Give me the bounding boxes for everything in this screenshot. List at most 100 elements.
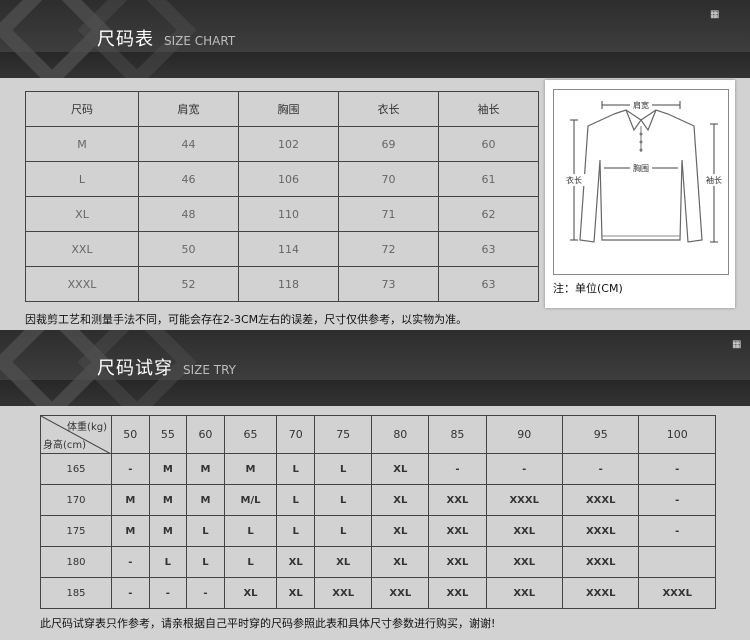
length-label: 衣长 — [566, 175, 582, 185]
header-cell: 胸围 — [238, 91, 339, 127]
table-cell: L — [25, 161, 139, 197]
size-cell: - — [186, 577, 225, 609]
table-cell: 114 — [238, 231, 339, 267]
size-chart-banner: 尺码表 SIZE CHART ▦ — [0, 0, 750, 78]
table-cell: XXL — [25, 231, 139, 267]
size-cell: XXL — [428, 515, 487, 547]
size-cell: XXL — [485, 515, 563, 547]
header-cell: 袖长 — [438, 91, 539, 127]
height-cell: 170 — [40, 484, 112, 516]
size-cell: L — [314, 453, 373, 485]
size-cell: L — [223, 546, 278, 578]
unit-note: 注：单位(CM) — [553, 282, 623, 295]
height-cell: 165 — [40, 453, 112, 485]
header-cell: 肩宽 — [138, 91, 239, 127]
size-cell: XXXL — [561, 577, 640, 609]
height-cell: 185 — [40, 577, 112, 609]
size-cell: L — [314, 484, 373, 516]
table-cell: 72 — [338, 231, 439, 267]
table-cell: 69 — [338, 126, 439, 162]
weight-header-cell: 90 — [485, 415, 563, 454]
size-try-title: 尺码试穿 SIZE TRY — [97, 358, 237, 379]
size-cell: XL — [371, 484, 430, 516]
table-row: 175 M M L L L L XL XXL XXL XXXL - — [40, 515, 716, 547]
size-cell: - — [561, 453, 640, 485]
table-row: 170 M M M M/L L L XL XXL XXXL XXXL - — [40, 484, 716, 516]
table-row: L 46 106 70 61 — [25, 161, 539, 197]
size-cell: L — [148, 546, 188, 578]
size-chart-table: 尺码 肩宽 胸围 衣长 袖长 M 44 102 69 60 L 46 106 70 61 XL 48 110 71 6… — [25, 91, 539, 302]
table-row: XXL 50 114 72 63 — [25, 231, 539, 267]
table-cell: 44 — [138, 126, 239, 162]
header-cell: 衣长 — [338, 91, 439, 127]
size-cell: M — [148, 484, 188, 516]
table-cell: 61 — [438, 161, 539, 197]
table-cell: 71 — [338, 196, 439, 232]
size-cell: M/L — [223, 484, 278, 516]
size-cell: XXXL — [638, 577, 716, 609]
table-cell: M — [25, 126, 139, 162]
table-row: M 44 102 69 60 — [25, 126, 539, 162]
size-cell: XXL — [428, 484, 487, 516]
size-cell: XXXL — [561, 515, 640, 547]
size-cell: L — [223, 515, 278, 547]
size-cell: M — [223, 453, 278, 485]
size-cell: XXL — [314, 577, 373, 609]
table-cell: 118 — [238, 266, 339, 302]
weight-header-cell: 50 — [111, 415, 150, 454]
table-header-row: 体重(kg) 身高(cm) 50 55 60 65 70 75 80 85 90 95 100 — [40, 415, 716, 454]
size-cell: L — [276, 515, 316, 547]
height-cell: 175 — [40, 515, 112, 547]
size-cell: M — [148, 453, 188, 485]
size-cell: XL — [371, 515, 430, 547]
shoulder-label: 肩宽 — [633, 100, 649, 110]
size-cell: XXL — [485, 577, 563, 609]
table-cell: 46 — [138, 161, 239, 197]
weight-header-cell: 65 — [223, 415, 278, 454]
table-row: 180- L L L XL XL XL XXL XXL XXXL — [40, 546, 716, 578]
size-cell: XXL — [371, 577, 430, 609]
weight-header-cell: 100 — [638, 415, 716, 454]
weight-header-cell: 80 — [371, 415, 430, 454]
chest-label: 胸围 — [633, 163, 649, 173]
table-row: XL 48 110 71 62 — [25, 196, 539, 232]
garment-diagram-frame: 肩宽 胸围 衣长 袖长 — [553, 89, 729, 275]
size-try-table: 体重(kg) 身高(cm) 50 55 60 65 70 75 80 85 90 95 100 165 - M… — [40, 415, 716, 609]
size-cell: - — [485, 453, 563, 485]
header-cell: 尺码 — [25, 91, 139, 127]
grid-icon: ▦ — [732, 339, 742, 350]
table-cell: 50 — [138, 231, 239, 267]
weight-header-cell: 55 — [148, 415, 188, 454]
garment-diagram-card: 肩宽 胸围 衣长 袖长 注：单位(CM) — [545, 80, 735, 308]
size-cell: XL — [223, 577, 278, 609]
table-cell: 60 — [438, 126, 539, 162]
table-row: XXXL 52 118 73 63 — [25, 266, 539, 302]
size-cell: M — [148, 515, 188, 547]
sleeve-label: 袖长 — [706, 175, 722, 185]
size-cell: M — [111, 484, 150, 516]
table-cell: XL — [25, 196, 139, 232]
shirt-diagram: 肩宽 胸围 衣长 袖长 — [562, 99, 726, 243]
size-cell: M — [111, 515, 150, 547]
grid-icon: ▦ — [710, 9, 720, 20]
table-cell: XXXL — [25, 266, 139, 302]
weight-label: 体重(kg) — [67, 422, 107, 433]
size-cell: XXXL — [561, 546, 640, 578]
size-cell: XL — [276, 546, 316, 578]
table-cell: 63 — [438, 231, 539, 267]
size-cell: L — [186, 546, 225, 578]
size-cell: L — [186, 515, 225, 547]
size-cell: - — [638, 484, 716, 516]
table-cell: 110 — [238, 196, 339, 232]
size-cell: M — [186, 453, 225, 485]
size-chart-note: 因裁剪工艺和测量手法不同，可能会存在2-3CM左右的误差，尺寸仅供参考，以实物为… — [25, 313, 468, 326]
table-cell: 70 — [338, 161, 439, 197]
weight-header-cell: 85 — [428, 415, 487, 454]
table-row: 185- - - XL XL XXL XXL XXL XXL XXXL XXXL — [40, 577, 716, 609]
size-try-note: 此尺码试穿表只作参考，请亲根据自己平时穿的尺码参照此表和具体尺寸参数进行购买，谢… — [40, 617, 496, 630]
size-cell: - — [148, 577, 188, 609]
height-cell: 180 — [40, 546, 112, 578]
table-cell: 52 — [138, 266, 239, 302]
size-cell — [638, 546, 716, 578]
size-cell: XL — [371, 546, 430, 578]
